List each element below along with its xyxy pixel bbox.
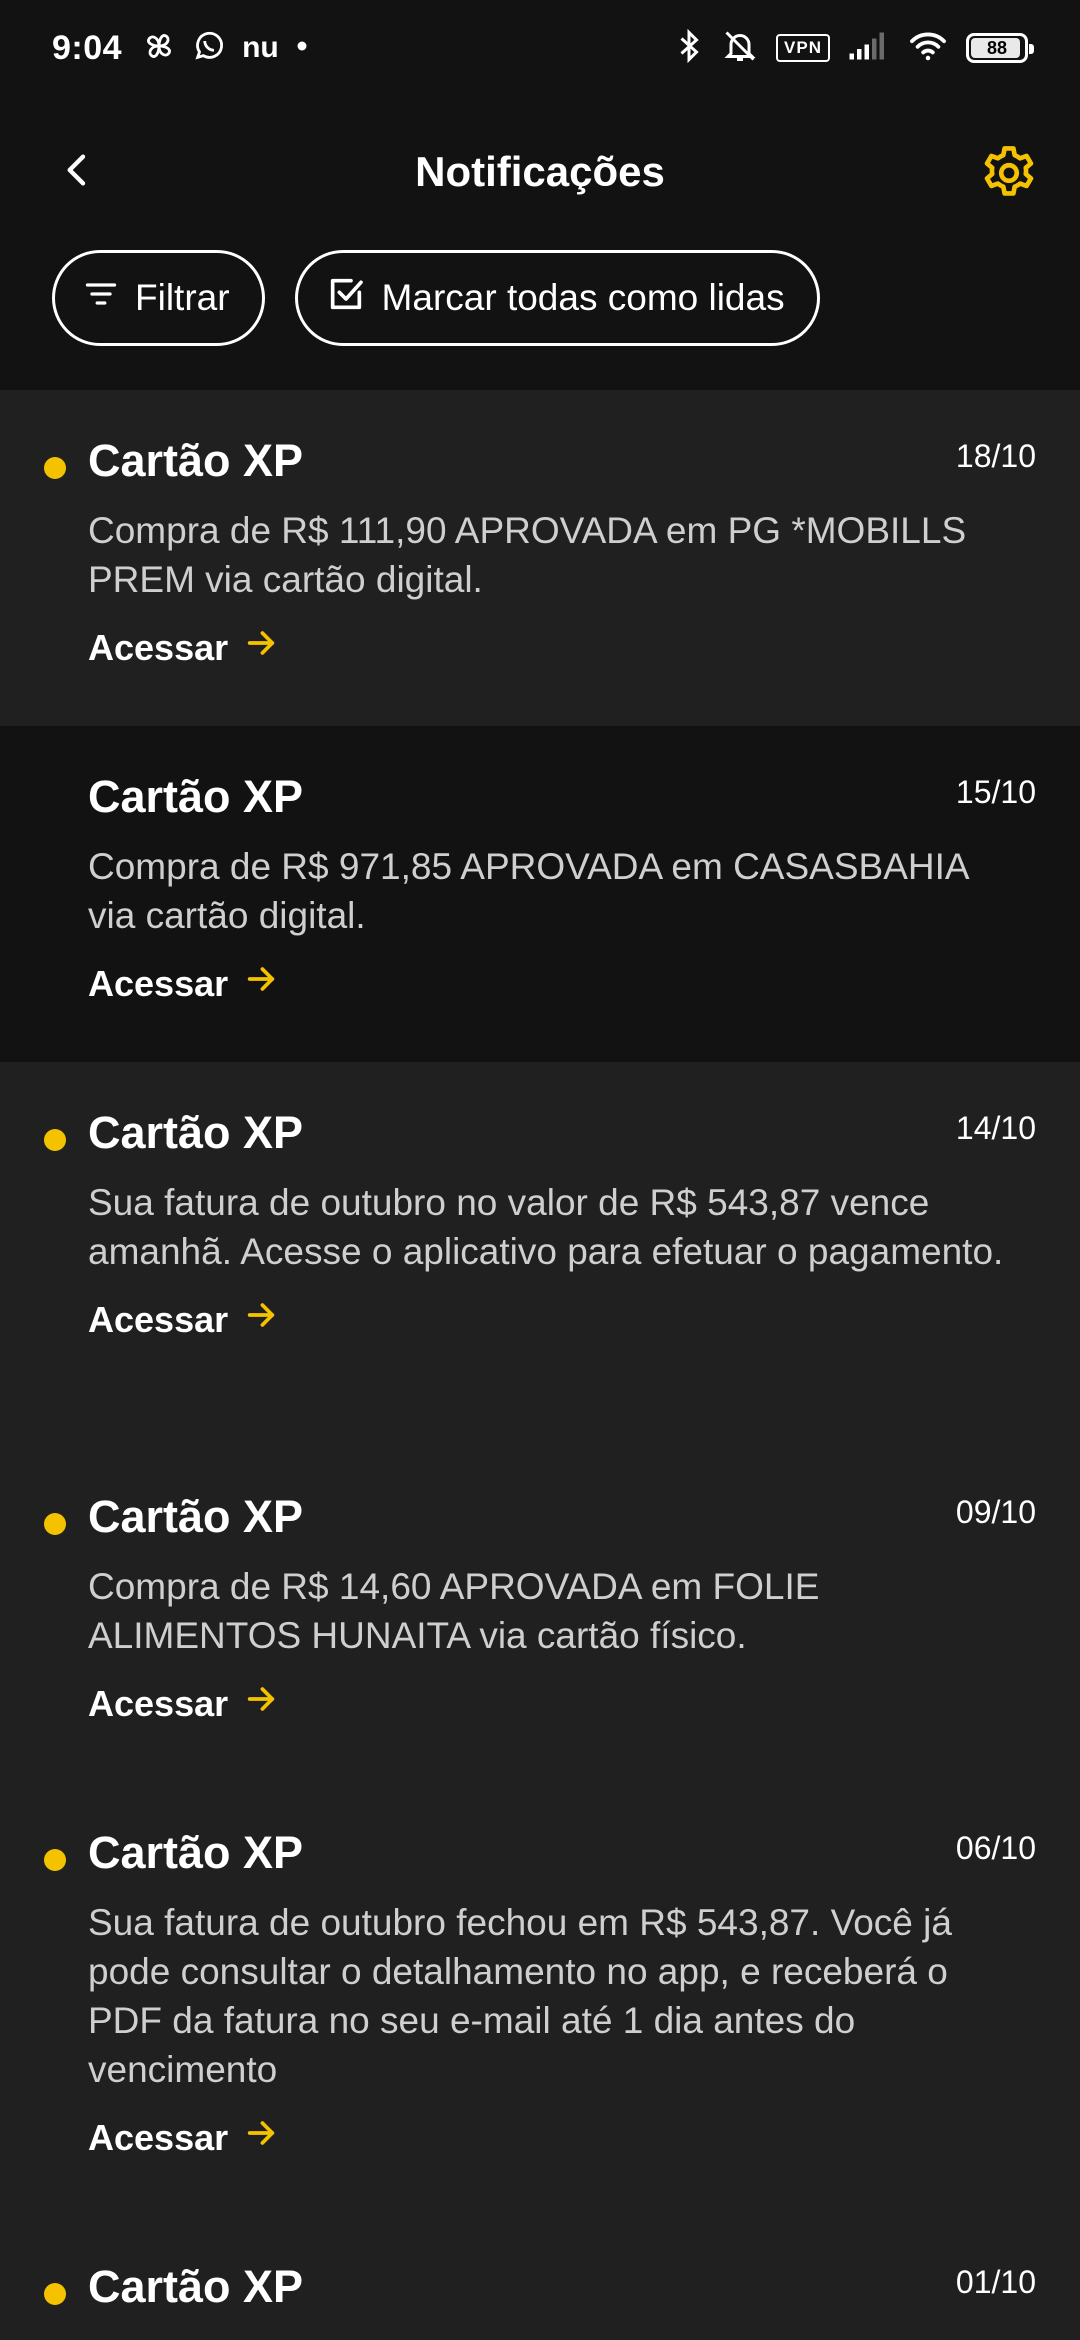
checkbox-checked-icon [326,274,366,323]
vpn-icon: VPN [776,34,830,62]
wifi-icon [908,30,948,67]
filter-button[interactable]: Filtrar [52,250,265,346]
arrow-right-icon [244,2116,278,2159]
notification-item[interactable]: Cartão XP 14/10 Sua fatura de outubro no… [0,1062,1080,1446]
notification-date: 06/10 [955,1830,1036,1866]
bluetooth-icon [674,28,704,69]
arrow-right-icon [244,1298,278,1341]
notification-body: Compra de R$ 14,60 APROVADA em FOLIE ALI… [88,1566,820,1656]
access-link-label: Acessar [88,962,229,1004]
unread-dot-icon [44,1513,66,1535]
access-link-label: Acessar [88,1298,229,1340]
signal-icon [848,30,890,67]
access-link-label: Acessar [88,626,229,668]
action-bar: Filtrar Marcar todas como lidas [52,250,820,346]
notification-date: 09/10 [955,1494,1036,1530]
notification-item[interactable]: Cartão XP 06/10 Sua fatura de outubro fe… [0,1782,1080,2216]
access-link-label: Acessar [88,2116,229,2158]
notification-title: Cartão XP [88,1107,304,1158]
notification-item[interactable]: Cartão XP 18/10 Compra de R$ 111,90 APRO… [0,390,1080,726]
arrow-right-icon [244,626,278,669]
mark-all-read-label: Marcar todas como lidas [381,277,785,318]
pinwheel-icon [142,29,176,68]
access-link-label: Acessar [88,1682,229,1724]
notification-body: Compra de R$ 971,85 APROVADA em CASASBAH… [88,846,968,936]
access-link[interactable]: Acessar [88,626,278,669]
notification-title: Cartão XP [88,1827,304,1878]
notification-body: Sua fatura de outubro no valor de R$ 543… [88,1182,1004,1272]
mute-icon [722,28,758,69]
gear-icon [978,142,1040,209]
access-link[interactable]: Acessar [88,1298,278,1341]
unread-dot-icon [44,1129,66,1151]
status-left-icons: nu [142,29,309,68]
notifications-screen: 9:04 nu VPN 88 Notificações Filtrar Marc… [0,0,1080,2340]
battery-level: 88 [986,37,1008,58]
notification-date: 15/10 [955,774,1036,810]
notification-item[interactable]: Cartão XP 15/10 Compra de R$ 971,85 APRO… [0,726,1080,1062]
status-time: 9:04 [52,28,123,67]
notification-title: Cartão XP [88,435,304,486]
notification-title: Cartão XP [88,1491,304,1542]
access-link[interactable]: Acessar [88,1682,278,1725]
unread-dot-icon [44,457,66,479]
status-bar: 9:04 nu VPN 88 [0,0,1080,96]
notification-date: 01/10 [955,2264,1036,2300]
filter-icon [83,276,119,321]
notification-date: 14/10 [955,1110,1036,1146]
nu-icon: nu [242,31,279,64]
notification-list: Cartão XP 18/10 Compra de R$ 111,90 APRO… [0,390,1080,2340]
notification-body: Sua fatura de outubro fechou em R$ 543,8… [88,1902,952,2090]
access-link[interactable]: Acessar [88,962,278,1005]
notification-body: Compra de R$ 111,90 APROVADA em PG *MOBI… [88,510,967,600]
arrow-right-icon [244,962,278,1005]
whatsapp-icon [192,29,226,68]
notification-item[interactable]: Cartão XP 09/10 Compra de R$ 14,60 APROV… [0,1446,1080,1782]
access-link[interactable]: Acessar [88,2116,278,2159]
settings-button[interactable] [974,140,1044,210]
status-right-icons: VPN 88 [674,28,1034,69]
unread-dot-icon [44,2283,66,2305]
app-header: Notificações [0,120,1080,230]
arrow-right-icon [244,1682,278,1725]
unread-dot-icon [44,1849,66,1871]
notification-title: Cartão XP [88,2261,304,2312]
battery-icon: 88 [966,33,1034,63]
notification-title: Cartão XP [88,771,304,822]
dot-icon [295,39,309,58]
notification-date: 18/10 [955,438,1036,474]
page-title: Notificações [415,148,665,195]
notification-item[interactable]: Cartão XP 01/10 [0,2216,1080,2340]
filter-label: Filtrar [135,277,230,318]
mark-all-read-button[interactable]: Marcar todas como lidas [294,250,820,346]
